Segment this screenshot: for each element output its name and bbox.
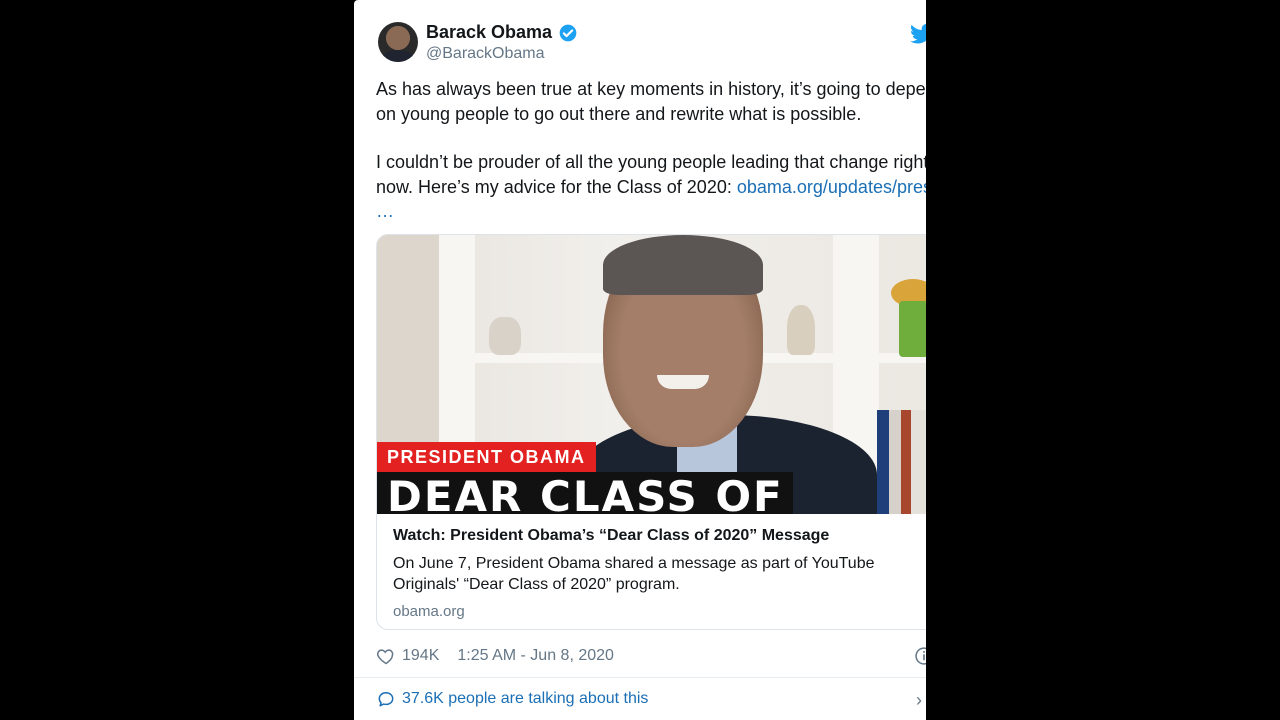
tweet-timestamp[interactable]: 1:25 AM - Jun 8, 2020: [457, 647, 614, 665]
preview-desc-line: Originals' “Dear Class of 2020” program.: [393, 576, 680, 593]
twitter-bird-icon[interactable]: [910, 24, 926, 44]
reply-bubble-icon: [378, 692, 394, 707]
avatar[interactable]: [378, 22, 418, 62]
preview-description: On June 7, President Obama shared a mess…: [393, 553, 926, 595]
tweet-line: I couldn’t be prouder of all the young p…: [376, 152, 926, 172]
tweet-line: on young people to go out there and rewr…: [376, 103, 862, 124]
divider: [354, 677, 926, 678]
author-handle[interactable]: @BarackObama: [426, 45, 545, 63]
tweet-line: As has always been true at key moments i…: [376, 79, 926, 99]
like-count[interactable]: 194K: [402, 647, 439, 665]
author-name[interactable]: Barack Obama: [426, 22, 552, 43]
tweet-link[interactable]: obama.org/updates/presid: [737, 177, 926, 197]
tweet-card: Barack Obama @BarackObama As has always …: [354, 0, 926, 720]
banner-label: PRESIDENT OBAMA: [377, 442, 596, 472]
preview-desc-line: On June 7, President Obama shared a mess…: [393, 555, 875, 572]
preview-domain: obama.org: [393, 603, 465, 620]
tweet-text: As has always been true at key moments i…: [376, 77, 926, 224]
author-row: Barack Obama: [426, 22, 578, 43]
chevron-right-icon[interactable]: ›: [916, 690, 922, 711]
preview-text: Watch: President Obama’s “Dear Class of …: [393, 527, 926, 620]
heart-icon[interactable]: [376, 646, 396, 666]
conversation-count[interactable]: 37.6K people are talking about this: [402, 690, 648, 708]
banner-title-main: DEAR CLASS OF: [387, 472, 784, 514]
verified-icon: [559, 24, 577, 41]
preview-image[interactable]: PRESIDENT OBAMA DEAR CLASS OF 2020: [377, 235, 926, 514]
preview-title: Watch: President Obama’s “Dear Class of …: [393, 527, 830, 544]
info-icon[interactable]: [914, 646, 926, 666]
banner-title: DEAR CLASS OF 2020: [377, 472, 793, 514]
tweet-ellipsis[interactable]: …: [376, 199, 926, 224]
tweet-line-text: now. Here’s my advice for the Class of 2…: [376, 176, 737, 197]
link-preview-card[interactable]: PRESIDENT OBAMA DEAR CLASS OF 2020 Watch…: [376, 234, 926, 630]
tweet-line: now. Here’s my advice for the Class of 2…: [376, 175, 926, 200]
tweet-meta: 194K 1:25 AM - Jun 8, 2020: [376, 646, 614, 666]
conversation-link[interactable]: 37.6K people are talking about this: [376, 689, 648, 709]
